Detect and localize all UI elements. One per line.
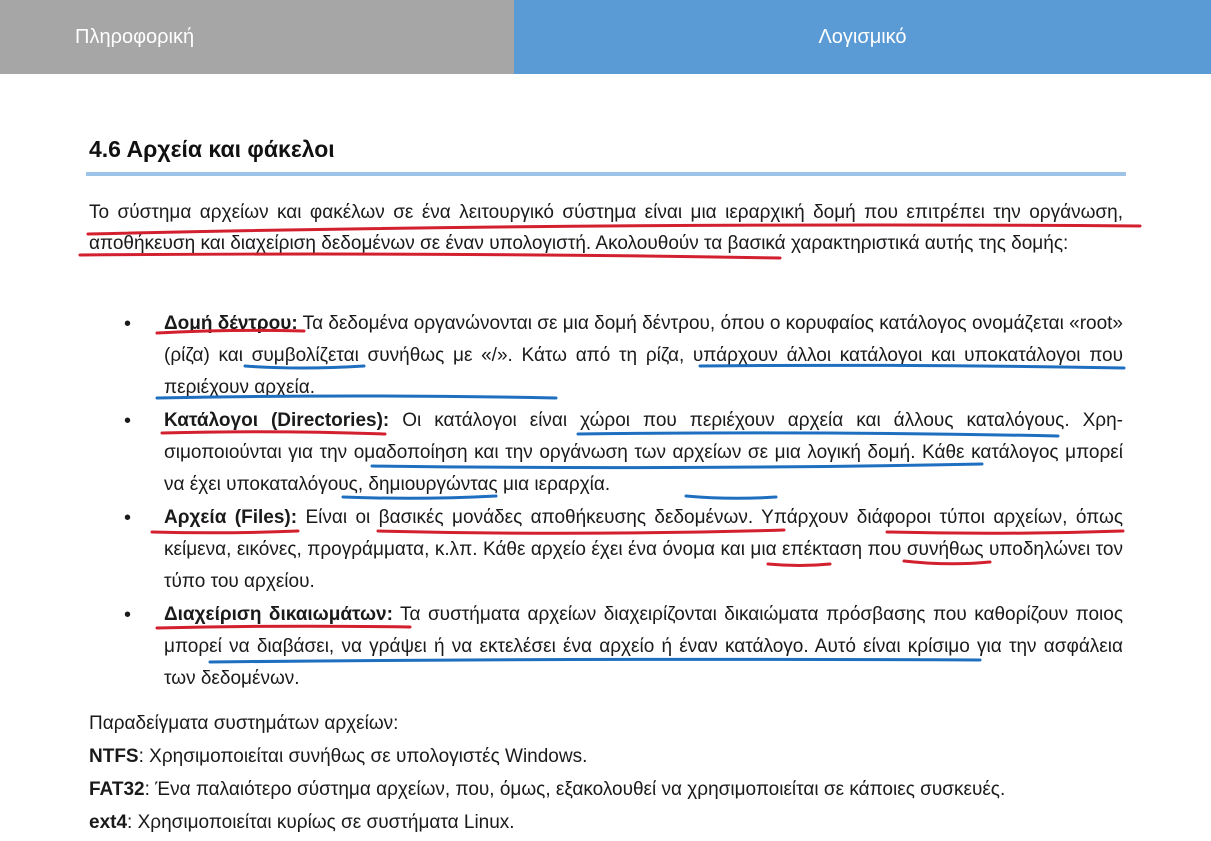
- item-label: Διαχείριση δικαιωμάτων:: [164, 604, 393, 625]
- bullet-icon: •: [124, 507, 132, 529]
- page-header: Πληροφορική Λογισμικό: [0, 0, 1211, 74]
- fs-name: FAT32: [89, 779, 145, 800]
- list-item: • Αρχεία (Files): Είναι οι βασικές μονάδε…: [124, 502, 1123, 598]
- item-text: Τα δεδομένα οργανώνονται σε μια δομή δέν…: [164, 313, 1124, 398]
- fs-description: : Ένα παλαιότερο σύστημα αρχείων, που, ό…: [144, 779, 1006, 800]
- bullet-icon: •: [124, 313, 132, 335]
- fs-name: NTFS: [89, 746, 139, 767]
- list-item: • Δομή δέντρου: Τα δεδομένα οργανώνονται …: [124, 308, 1124, 404]
- header-chapter: Λογισμικό: [514, 0, 1211, 74]
- section-title: 4.6 Αρχεία και φάκελοι: [89, 136, 335, 162]
- example-ext4: ext4: Χρησιμοποιείται κυρίως σε συστήματ…: [89, 807, 515, 839]
- item-label: Αρχεία (Files):: [164, 507, 298, 528]
- item-label: Κατάλογοι (Directories):: [164, 410, 390, 431]
- example-ntfs: NTFS: Χρησιμοποιείται συνήθως σε υπολογι…: [89, 741, 587, 773]
- fs-description: : Χρησιμοποιείται κυρίως σε συστήματα Li…: [127, 812, 515, 833]
- item-text: Είναι οι βασικές μονάδες αποθήκευσης δεδ…: [164, 507, 1123, 592]
- bullet-icon: •: [124, 604, 132, 626]
- fs-name: ext4: [89, 812, 128, 833]
- intro-paragraph: Το σύστημα αρχείων και φακέλων σε ένα λε…: [89, 202, 1123, 254]
- example-fat32: FAT32: Ένα παλαιότερο σύστημα αρχείων, π…: [89, 774, 1005, 806]
- list-item: • Διαχείριση δικαιωμάτων: Τα συστήματα αρ…: [124, 599, 1123, 695]
- fs-description: : Χρησιμοποιείται συνήθως σε υπολογιστές…: [138, 746, 588, 767]
- title-divider: [86, 172, 1126, 176]
- header-subject: Πληροφορική: [0, 0, 514, 74]
- examples-heading: Παραδείγματα συστημάτων αρχείων:: [89, 713, 399, 734]
- bullet-icon: •: [124, 410, 132, 432]
- item-label: Δομή δέντρου:: [164, 313, 298, 334]
- list-item: • Κατάλογοι (Directories): Οι κατάλογοι ε…: [124, 405, 1123, 501]
